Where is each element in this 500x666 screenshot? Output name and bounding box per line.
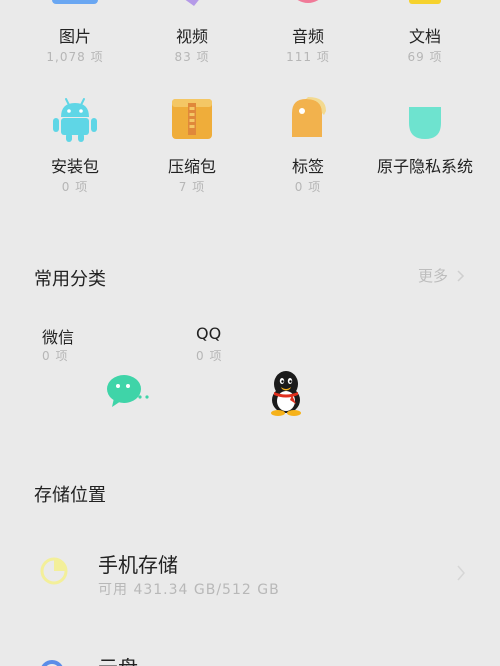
android-icon [53,98,97,142]
video-icon [185,0,199,6]
category-label: 文档 [408,27,441,46]
category-item-apk[interactable]: 安装包 0 项 [20,95,130,195]
common-item-count: 0 项 [196,349,223,363]
common-item-label: QQ [196,324,222,343]
archive-icon [172,99,212,139]
storage-subtitle: 可用 431.34 GB/512 GB [98,582,280,598]
cloud-drive-icon [41,660,63,666]
storage-title: 云盘 [98,652,138,666]
category-count: 7 项 [178,180,206,194]
category-count: 69 项 [407,50,443,64]
category-label: 原子隐私系统 [376,157,473,176]
common-item-count: 0 项 [42,349,69,363]
category-count: 83 项 [174,50,210,64]
category-label: 视频 [175,27,208,46]
more-label: 更多 [417,267,448,285]
category-count: 0 项 [294,180,322,194]
category-count: 111 项 [286,50,330,64]
chevron-right-icon [457,269,465,282]
category-label: 图片 [58,27,91,46]
category-label: 压缩包 [167,157,216,176]
pie-chart-icon [40,557,68,585]
common-item-label: 微信 [42,328,75,347]
category-item-tags[interactable]: 标签 0 项 [253,95,363,195]
tag-icon [292,97,326,137]
image-icon [52,0,98,4]
storage-item-cloud[interactable]: 云盘 [0,640,500,666]
category-label: 音频 [291,27,324,46]
document-icon [409,0,441,4]
category-label: 标签 [291,157,324,176]
category-item-documents[interactable]: 文档 69 项 [370,0,480,70]
category-item-archive[interactable]: 压缩包 7 项 [137,95,247,195]
category-count: 0 项 [61,180,89,194]
category-item-images[interactable]: 图片 1,078 项 [20,0,130,70]
storage-item-phone[interactable]: 手机存储 可用 431.34 GB/512 GB [0,535,500,615]
more-button[interactable]: 更多 [418,265,466,286]
storage-title: 手机存储 [98,553,178,577]
chevron-right-icon [457,565,465,581]
wechat-icon [107,375,149,407]
qq-icon [271,371,301,416]
common-section-title: 常用分类 [34,269,106,290]
category-item-videos[interactable]: 视频 83 项 [137,0,247,70]
storage-section-title: 存储位置 [34,485,106,506]
category-count: 1,078 项 [46,50,104,64]
category-label: 安装包 [50,157,99,176]
category-item-audio[interactable]: 音频 111 项 [253,0,363,70]
audio-icon [297,0,319,3]
category-item-privacy[interactable]: 原子隐私系统 [370,95,480,195]
privacy-shield-icon [409,107,441,139]
